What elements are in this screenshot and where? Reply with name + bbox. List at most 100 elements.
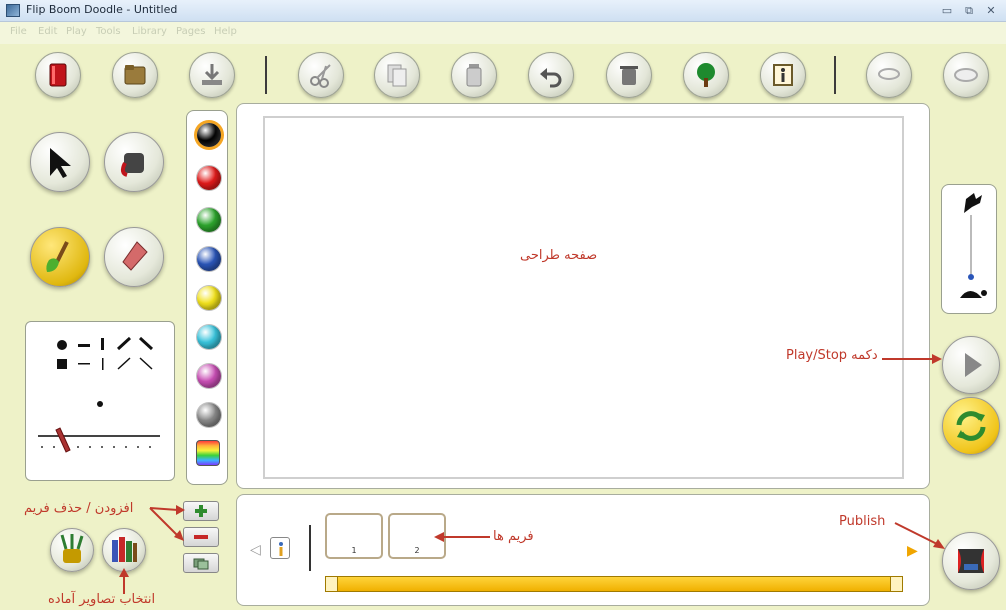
frame-number: 1: [351, 546, 357, 555]
menu-tools[interactable]: Tools: [96, 26, 121, 37]
speed-slider[interactable]: [942, 185, 998, 315]
canvas-annotation: صفحه طراحی: [520, 248, 598, 263]
paint-bucket-icon: [120, 153, 144, 177]
menu-edit[interactable]: Edit: [38, 26, 57, 37]
new-button[interactable]: [35, 52, 81, 98]
frames-annotation: فریم ها: [493, 529, 534, 544]
trash-icon: [620, 66, 638, 85]
menu-help[interactable]: Help: [214, 26, 237, 37]
frame-number: 2: [414, 546, 420, 555]
drawing-library-button[interactable]: [50, 528, 94, 572]
frames-arrow: [434, 532, 490, 542]
books-icon: [112, 537, 137, 562]
tree-icon: [697, 63, 715, 87]
open-button[interactable]: [112, 52, 158, 98]
color-palette: [186, 110, 228, 485]
frame-properties-button[interactable]: [270, 537, 290, 559]
eraser-tool-button[interactable]: [104, 227, 164, 287]
paint-brush-icon: [46, 241, 69, 272]
speed-slider-panel: [941, 184, 997, 314]
copy-frame-icon: [193, 558, 209, 570]
color-swatch-blue[interactable]: [197, 247, 221, 271]
menu-file[interactable]: File: [10, 26, 27, 37]
publish-arrow: [894, 522, 945, 549]
scroll-left-icon[interactable]: ◁: [250, 542, 261, 558]
play-stop-button[interactable]: [942, 336, 1000, 394]
ready-images-annotation: انتخاب تصاویر آماده: [48, 592, 156, 607]
brush-tool-button[interactable]: [30, 227, 90, 287]
frame-thumbnail[interactable]: 1: [325, 513, 383, 559]
download-icon: [202, 64, 222, 85]
copy-frame-button[interactable]: [183, 553, 219, 573]
publish-annotation: Publish: [839, 514, 886, 529]
window-title: Flip Boom Doodle - Untitled: [26, 3, 178, 16]
custom-color-swatch[interactable]: [196, 440, 220, 466]
theater-icon: [958, 549, 984, 573]
color-swatch-gray[interactable]: [197, 403, 221, 427]
undo-button[interactable]: [528, 52, 574, 98]
color-swatch-cyan[interactable]: [197, 325, 221, 349]
arrow-cursor-icon: [50, 148, 71, 178]
copy-icon: [387, 64, 407, 87]
color-swatch-green[interactable]: [197, 208, 221, 232]
refresh-icon: [956, 411, 986, 441]
publish-button[interactable]: [942, 532, 1000, 590]
play-icon: [965, 353, 982, 377]
select-tool-button[interactable]: [30, 132, 90, 192]
brush-settings-panel: [25, 321, 175, 481]
lasso-button[interactable]: [866, 52, 912, 98]
properties-button[interactable]: [760, 52, 806, 98]
paint-bucket-button[interactable]: [104, 132, 164, 192]
save-button[interactable]: [189, 52, 235, 98]
pencil-cup-icon: [60, 534, 84, 563]
info-icon: [773, 64, 793, 86]
toolbar-separator: [265, 56, 267, 94]
undo-icon: [540, 68, 562, 88]
frames-divider: [309, 525, 311, 571]
toolbar-separator: [834, 56, 836, 94]
eraser-icon: [122, 241, 148, 271]
copy-button[interactable]: [374, 52, 420, 98]
info-icon: [279, 542, 283, 556]
close-button[interactable]: ✕: [982, 3, 1000, 18]
color-swatch-yellow[interactable]: [197, 286, 221, 310]
folder-icon: [124, 65, 146, 85]
plus-icon: [195, 505, 207, 517]
add-frame-button[interactable]: [183, 501, 219, 521]
rabbit-icon: [964, 193, 982, 213]
add-delete-annotation: افزودن / حذف فریم: [24, 501, 134, 516]
maximize-button[interactable]: ⧉: [960, 3, 978, 18]
delete-frame-button[interactable]: [183, 527, 219, 547]
loop-button[interactable]: [942, 397, 1000, 455]
brush-shapes-grid[interactable]: [26, 322, 176, 482]
timeline-handle-right[interactable]: [890, 577, 902, 591]
menu-play[interactable]: Play: [66, 26, 87, 37]
minus-icon: [194, 535, 208, 539]
onion-skin-icon: [954, 68, 978, 82]
turtle-icon: [960, 291, 982, 298]
paste-button[interactable]: [451, 52, 497, 98]
play-stop-annotation: دکمه Play/Stop: [786, 348, 878, 363]
scissors-icon: [310, 64, 331, 88]
color-swatch-black[interactable]: [197, 123, 221, 147]
menu-library[interactable]: Library: [132, 26, 167, 37]
menu-pages[interactable]: Pages: [176, 26, 205, 37]
drawing-canvas[interactable]: [263, 116, 904, 479]
book-icon: [49, 63, 67, 87]
timeline-handle-left[interactable]: [326, 577, 338, 591]
lasso-icon: [878, 68, 900, 80]
image-library-button[interactable]: [102, 528, 146, 572]
color-swatch-magenta[interactable]: [197, 364, 221, 388]
background-button[interactable]: [683, 52, 729, 98]
minimize-button[interactable]: ▭: [938, 3, 956, 18]
play-stop-arrow: [882, 354, 942, 364]
color-swatch-red[interactable]: [197, 166, 221, 190]
app-icon: [6, 4, 20, 17]
onion-skin-button[interactable]: [943, 52, 989, 98]
delete-button[interactable]: [606, 52, 652, 98]
cut-button[interactable]: [298, 52, 344, 98]
add-delete-arrows: [149, 505, 185, 541]
paste-icon: [466, 64, 482, 87]
library-arrow: [119, 568, 129, 594]
timeline-scrollbar[interactable]: [325, 576, 903, 592]
